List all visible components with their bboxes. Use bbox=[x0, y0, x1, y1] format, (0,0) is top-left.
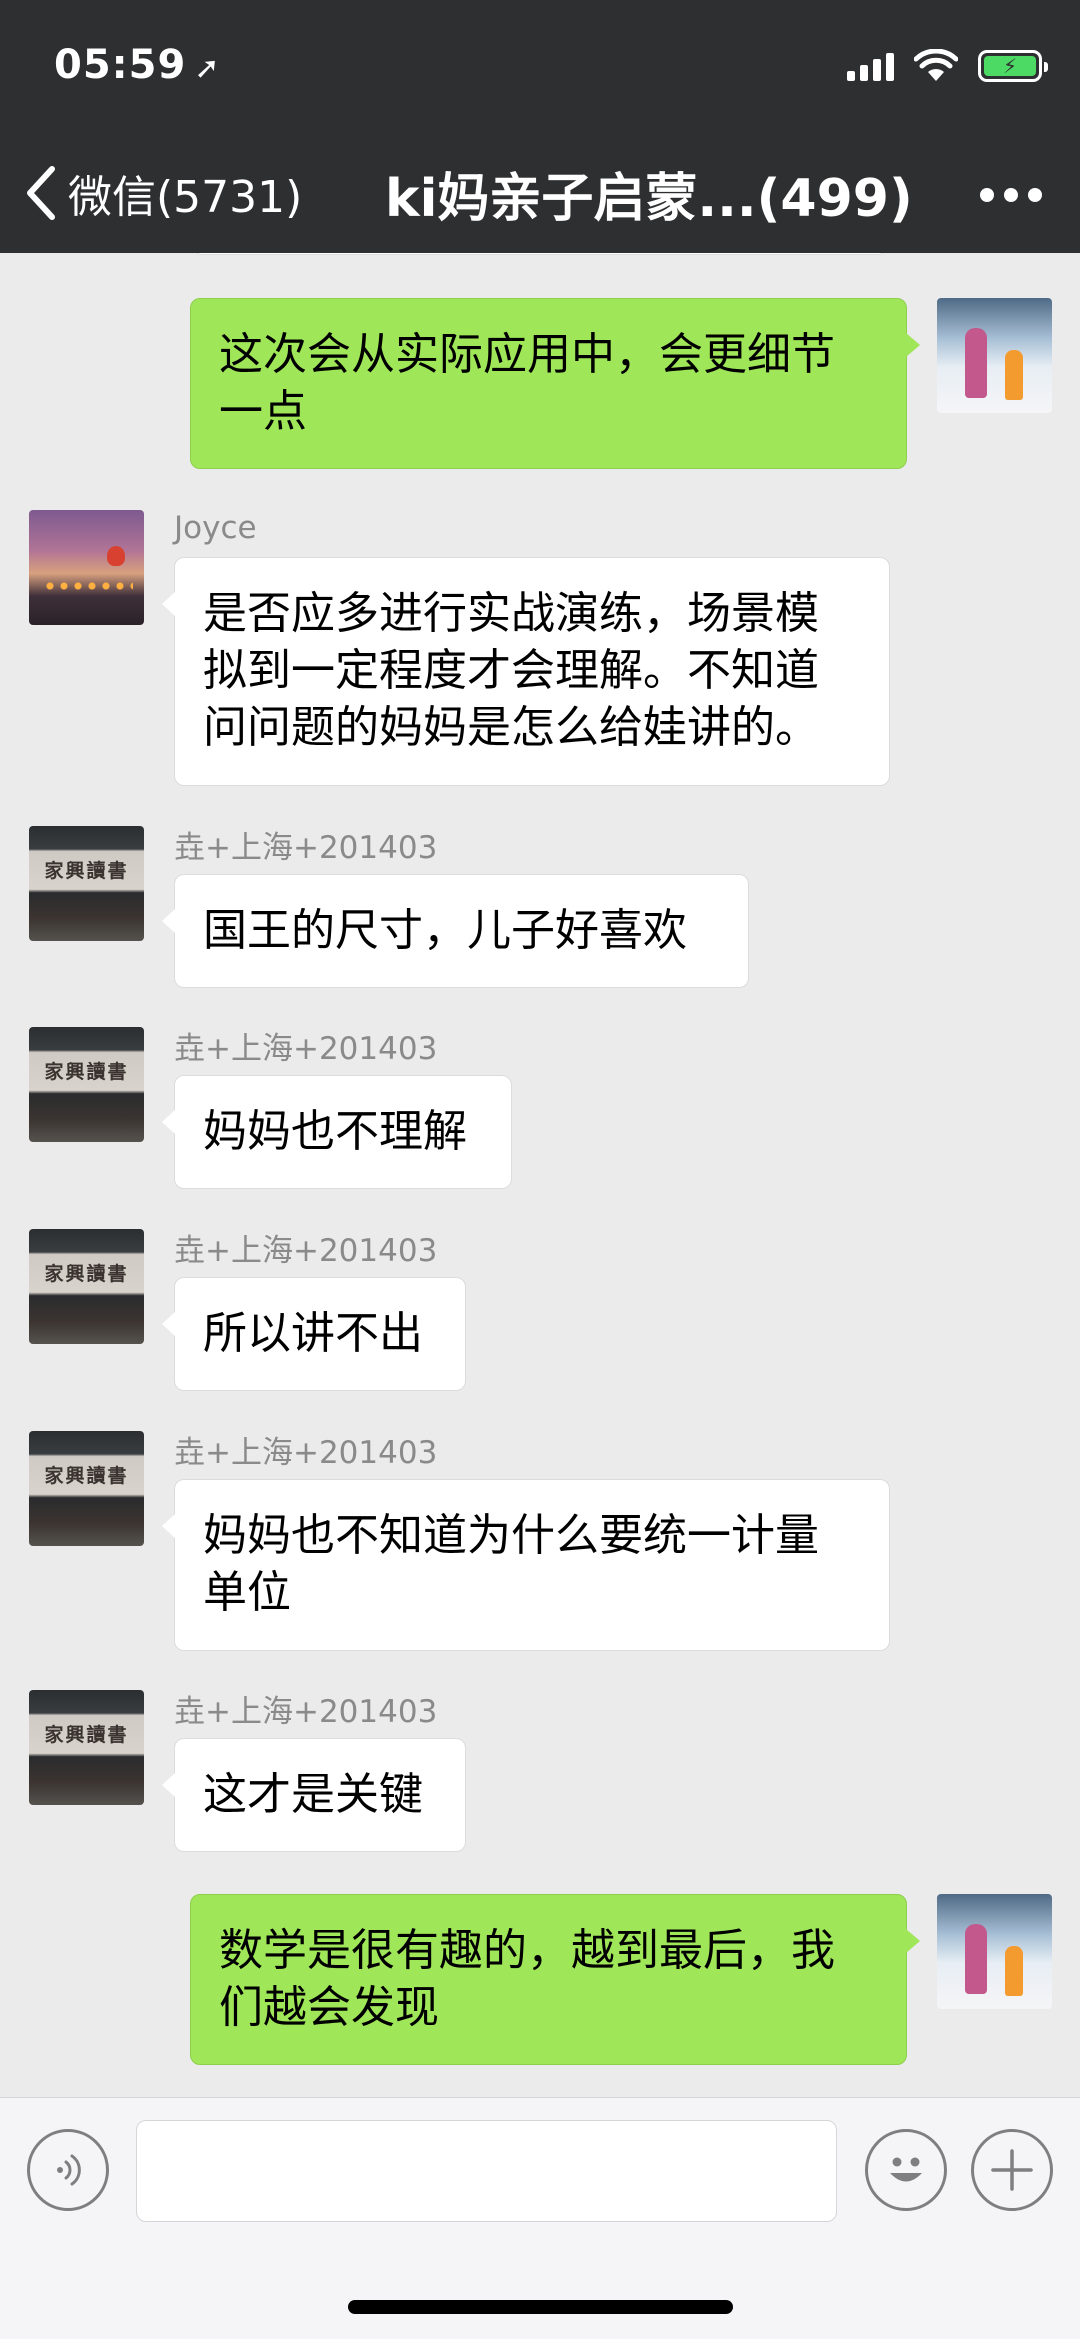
sender-avatar[interactable]: 家興讀書 bbox=[29, 1690, 144, 1805]
back-label: 微信(5731) bbox=[68, 172, 303, 223]
safe-area-bottom bbox=[0, 2243, 1080, 2339]
top-bar: 05:59 ➚ ⚡ 微信(5731) ki妈亲子启蒙...(499) bbox=[0, 0, 1080, 253]
more-dots-icon[interactable] bbox=[980, 188, 1042, 202]
status-time: 05:59 ➚ bbox=[54, 42, 220, 88]
sender-name: 垚+上海+201403 bbox=[174, 1435, 438, 1471]
my-avatar[interactable] bbox=[937, 298, 1052, 413]
avatar-sign-text: 家興讀書 bbox=[44, 1061, 129, 1083]
message-text: 这次会从实际应用中，会更细节一点 bbox=[219, 329, 835, 437]
nav-bar: 微信(5731) ki妈亲子启蒙...(499) bbox=[0, 132, 1080, 253]
message-text: 妈妈也不知道为什么要统一计量单位 bbox=[203, 1510, 819, 1618]
time-text: 05:59 bbox=[54, 42, 187, 88]
sender-name: 垚+上海+201403 bbox=[174, 1233, 438, 1269]
sender-avatar[interactable]: 家興讀書 bbox=[29, 1431, 144, 1546]
location-arrow-icon: ➚ bbox=[194, 51, 221, 86]
my-avatar[interactable] bbox=[937, 1894, 1052, 2009]
wifi-icon bbox=[913, 48, 959, 83]
plus-icon[interactable] bbox=[971, 2129, 1053, 2211]
message-text: 是否应多进行实战演练，场景模拟到一定程度才会理解。不知道问问题的妈妈是怎么给娃讲… bbox=[203, 588, 819, 753]
message-text: 国王的尺寸，儿子好喜欢 bbox=[203, 905, 687, 956]
chat-title: ki妈亲子启蒙...(499) bbox=[385, 168, 913, 229]
previous-message-bubble bbox=[192, 253, 888, 255]
sender-avatar[interactable]: 家興讀書 bbox=[29, 1027, 144, 1142]
message-bubble-outgoing[interactable]: 数学是很有趣的，越到最后，我们越会发现 bbox=[190, 1894, 920, 2065]
message-bubble-incoming[interactable]: 所以讲不出 bbox=[162, 1277, 466, 1391]
voice-input-icon[interactable] bbox=[27, 2129, 109, 2211]
avatar-sign-text: 家興讀書 bbox=[44, 1465, 129, 1487]
sender-name: 垚+上海+201403 bbox=[174, 830, 438, 866]
status-icons: ⚡ bbox=[847, 48, 1048, 84]
chevron-left-icon bbox=[27, 166, 55, 220]
battery-charging-icon: ⚡ bbox=[978, 50, 1048, 82]
avatar-sign-text: 家興讀書 bbox=[44, 1263, 129, 1285]
message-bubble-incoming[interactable]: 是否应多进行实战演练，场景模拟到一定程度才会理解。不知道问问题的妈妈是怎么给娃讲… bbox=[162, 557, 890, 786]
cellular-signal-icon bbox=[847, 51, 894, 81]
emoji-icon[interactable] bbox=[865, 2129, 947, 2211]
avatar-sign-text: 家興讀書 bbox=[44, 1724, 129, 1746]
sender-avatar[interactable] bbox=[29, 510, 144, 625]
sender-name: Joyce bbox=[174, 510, 257, 546]
message-input[interactable] bbox=[136, 2120, 837, 2222]
message-bubble-incoming[interactable]: 这才是关键 bbox=[162, 1738, 466, 1852]
sender-avatar[interactable]: 家興讀書 bbox=[29, 1229, 144, 1344]
sender-avatar[interactable]: 家興讀書 bbox=[29, 826, 144, 941]
sender-name: 垚+上海+201403 bbox=[174, 1031, 438, 1067]
message-bubble-outgoing[interactable]: 这次会从实际应用中，会更细节一点 bbox=[190, 298, 920, 469]
message-text: 所以讲不出 bbox=[203, 1308, 423, 1359]
back-button[interactable]: 微信(5731) bbox=[24, 158, 302, 228]
message-bubble-incoming[interactable]: 妈妈也不知道为什么要统一计量单位 bbox=[162, 1479, 890, 1651]
sender-name: 垚+上海+201403 bbox=[174, 1694, 438, 1730]
message-text: 妈妈也不理解 bbox=[203, 1106, 467, 1157]
message-text: 这才是关键 bbox=[203, 1769, 423, 1820]
chat-area[interactable]: 这次会从实际应用中，会更细节一点 Joyce 是否应多进行实战演练，场景模拟到一… bbox=[0, 253, 1080, 2097]
input-bar bbox=[0, 2097, 1080, 2243]
home-indicator[interactable] bbox=[348, 2300, 733, 2314]
message-bubble-incoming[interactable]: 国王的尺寸，儿子好喜欢 bbox=[162, 874, 749, 988]
message-text: 数学是很有趣的，越到最后，我们越会发现 bbox=[219, 1925, 835, 2033]
avatar-sign-text: 家興讀書 bbox=[44, 860, 129, 882]
message-bubble-incoming[interactable]: 妈妈也不理解 bbox=[162, 1075, 512, 1189]
status-bar: 05:59 ➚ ⚡ bbox=[0, 0, 1080, 132]
